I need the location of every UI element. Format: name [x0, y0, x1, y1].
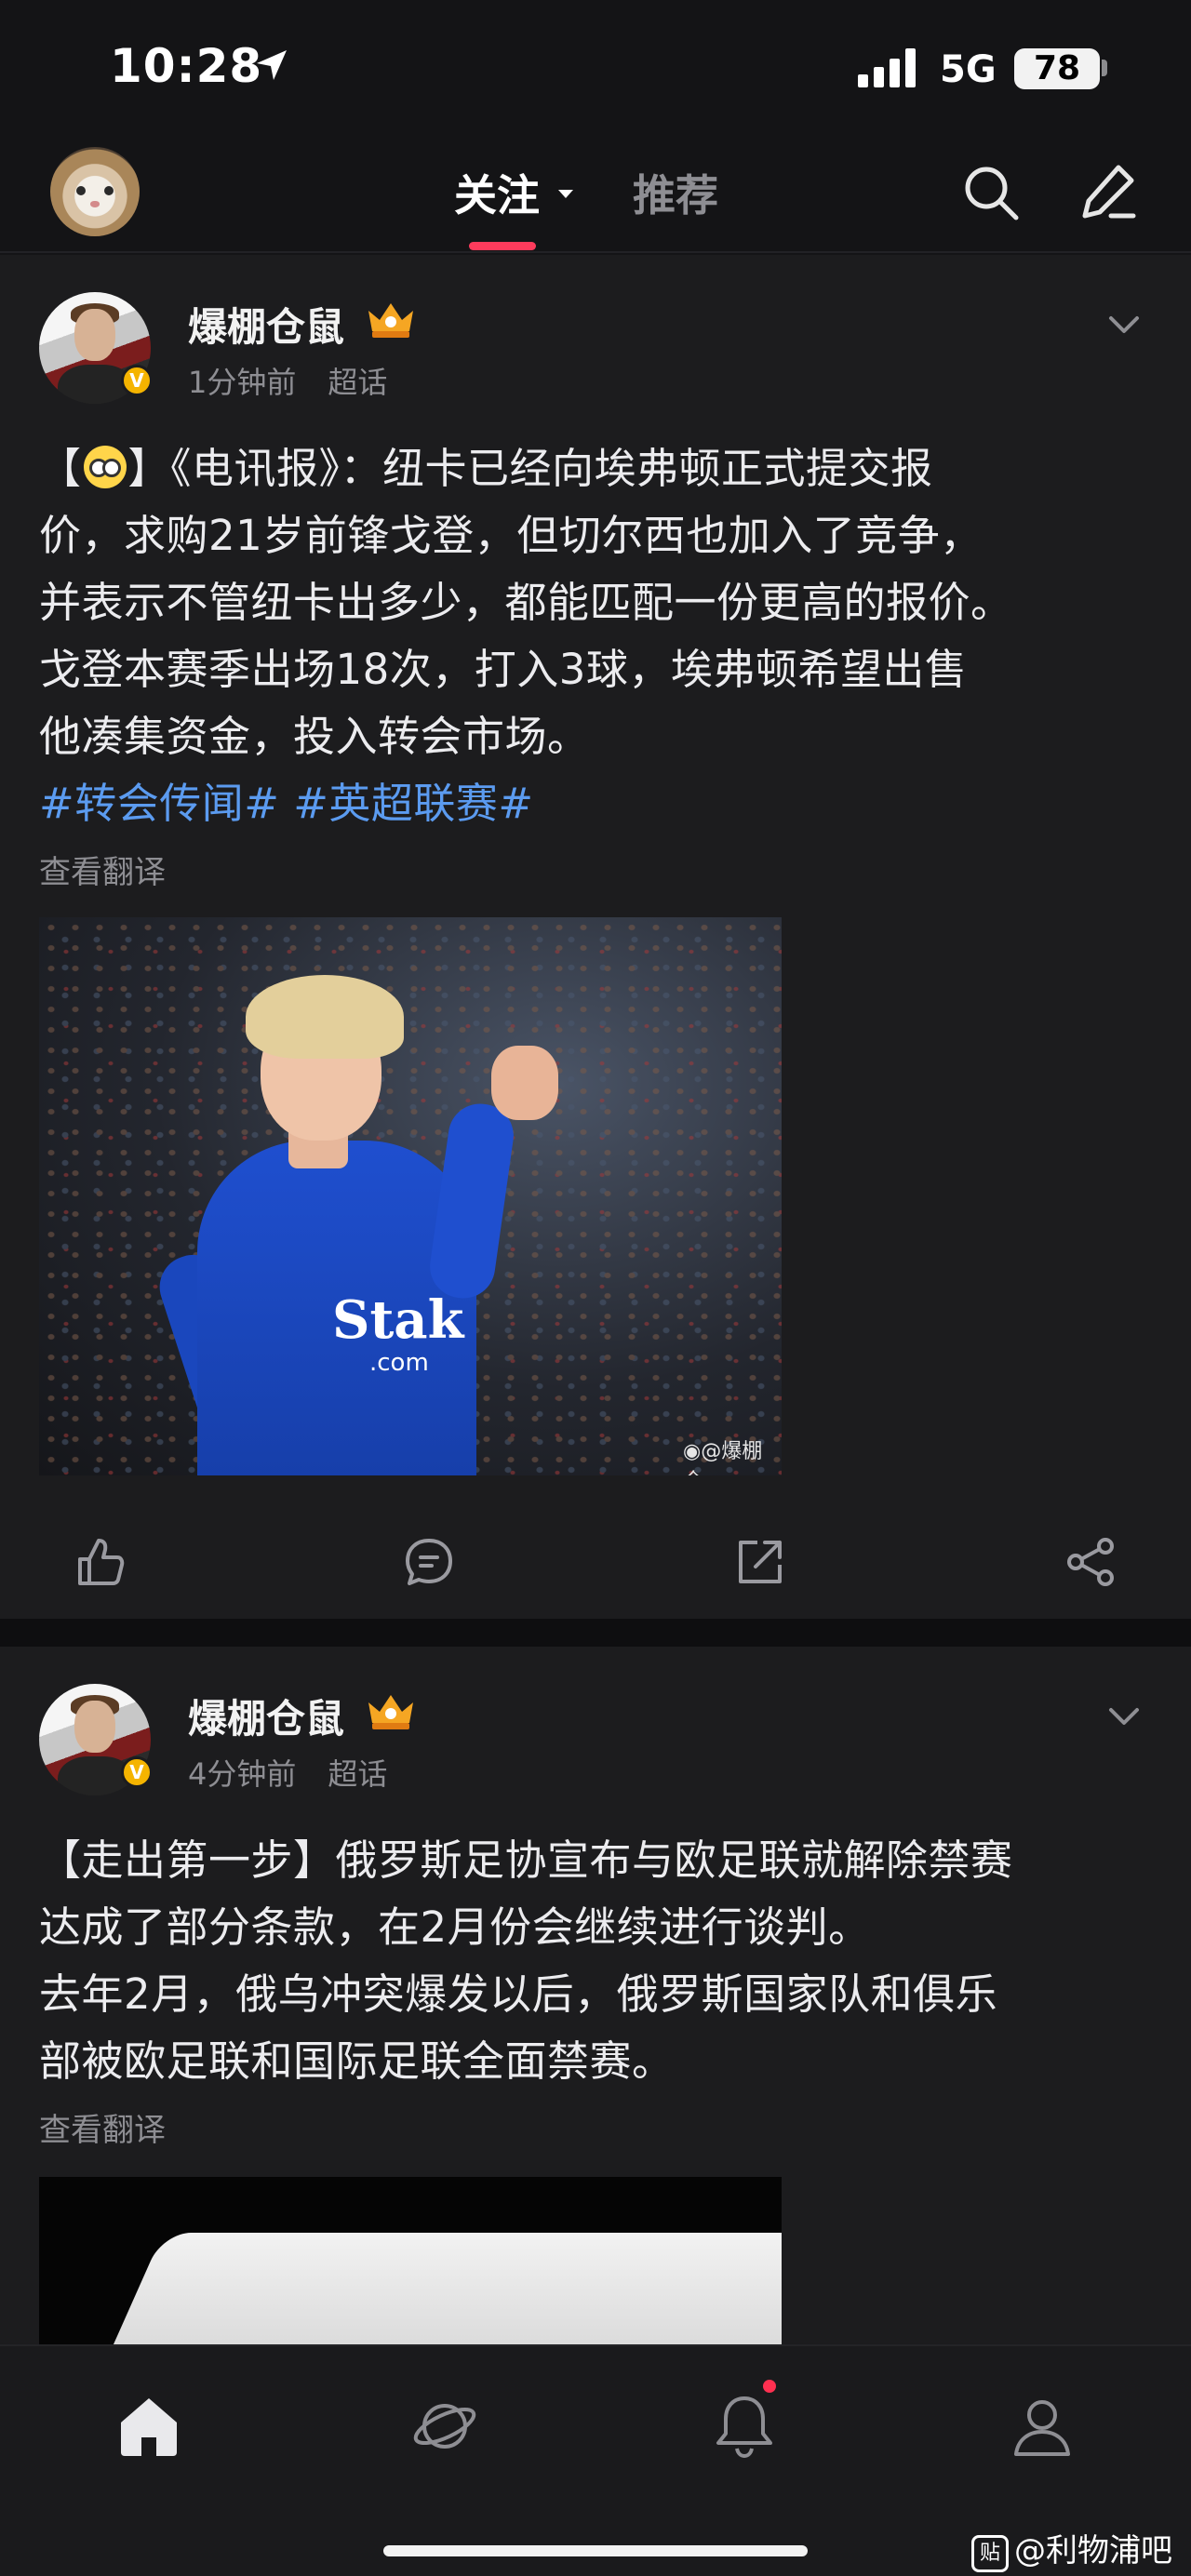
avatar-eye — [104, 186, 114, 195]
author-name[interactable]: 爆棚仓鼠 — [188, 296, 344, 353]
chevron-down-icon[interactable] — [1105, 305, 1143, 342]
avatar-eye — [76, 186, 86, 195]
feed-post[interactable]: V 爆棚仓鼠 1分钟前 超话 【】《电讯报》：纽卡已经向埃弗顿正式提交报 价，求购… — [0, 255, 1191, 1619]
post-line: 去年2月，俄乌冲突爆发以后，俄罗斯国家队和俱乐 — [39, 1969, 998, 2019]
bell-icon[interactable] — [709, 2391, 780, 2462]
translate-link[interactable]: 查看翻译 — [39, 847, 166, 892]
battery-indicator: 78 — [1014, 48, 1100, 89]
post-hashtags[interactable]: #转会传闻# #英超联赛# — [39, 770, 1152, 837]
crown-badge-icon — [368, 303, 413, 338]
post-line: 价，求购21岁前锋戈登，但切尔西也加入了竞争， — [39, 511, 983, 560]
post-actions — [0, 1509, 1191, 1621]
jersey-sponsor: Stak — [332, 1289, 464, 1351]
share-icon[interactable] — [1064, 1535, 1118, 1589]
battery-tip — [1102, 60, 1107, 76]
post-line: 并表示不管纽卡出多少，都能匹配一份更高的报价。 — [39, 578, 1013, 627]
image-plate — [100, 2233, 782, 2344]
post-image[interactable]: Stak .com ◉@爆棚仓 — [39, 917, 782, 1475]
compose-icon[interactable] — [1077, 160, 1139, 221]
post-meta: 1分钟前 超话 — [188, 359, 387, 402]
post-body: 【】《电讯报》：纽卡已经向埃弗顿正式提交报 价，求购21岁前锋戈登，但切尔西也加… — [39, 435, 1152, 837]
tab-follow[interactable]: 关注 — [454, 162, 540, 223]
caret-down-icon[interactable] — [558, 190, 573, 198]
post-time: 4分钟前 — [188, 1756, 297, 1792]
player-hair — [246, 975, 404, 1059]
active-tab-indicator — [469, 242, 536, 250]
author-name[interactable]: 爆棚仓鼠 — [188, 1688, 344, 1744]
home-icon[interactable] — [114, 2391, 184, 2462]
watermark-text: @利物浦吧 — [1014, 2532, 1172, 2569]
weibo-icon: ◉ — [683, 1440, 702, 1463]
post-time: 1分钟前 — [188, 365, 297, 400]
avatar-head — [74, 1701, 115, 1753]
post-line-prefix: 【 — [39, 444, 82, 493]
jersey-sponsor-sub: .com — [369, 1349, 429, 1377]
home-indicator[interactable] — [383, 2545, 808, 2556]
verified-badge-icon: V — [121, 1756, 153, 1788]
image-watermark: ◉@爆棚仓 — [683, 1435, 782, 1475]
status-bar: 10:28 5G 78 — [0, 0, 1191, 140]
post-divider — [0, 1619, 1191, 1647]
post-source[interactable]: 超话 — [328, 365, 387, 400]
post-source[interactable]: 超话 — [328, 1756, 387, 1792]
notification-dot — [763, 2380, 776, 2393]
post-line: 【】《电讯报》：纽卡已经向埃弗顿正式提交报 — [39, 435, 1152, 502]
post-line-text: 】《电讯报》：纽卡已经向埃弗顿正式提交报 — [127, 444, 933, 493]
post-meta: 4分钟前 超话 — [188, 1751, 387, 1794]
tieba-logo-icon: 贴 — [971, 2535, 1009, 2572]
post-image[interactable] — [39, 2177, 782, 2344]
like-icon[interactable] — [73, 1535, 127, 1589]
post-line: 戈登本赛季出场18次，打入3球，埃弗顿希望出售 — [39, 645, 968, 694]
bottom-tab-bar: 贴 @利物浦吧 — [0, 2344, 1191, 2576]
source-watermark: 贴 @利物浦吧 — [971, 2525, 1172, 2572]
post-body: 【走出第一步】俄罗斯足协宣布与欧足联就解除禁赛 达成了部分条款，在2月份会继续进… — [39, 1827, 1152, 2095]
top-nav: 关注 推荐 — [0, 140, 1191, 253]
explore-icon[interactable] — [409, 2391, 480, 2462]
player-fist — [491, 1046, 558, 1120]
my-avatar[interactable] — [50, 147, 140, 236]
avatar-nose — [90, 201, 100, 207]
repost-icon[interactable] — [733, 1535, 787, 1589]
post-line: 部被欧足联和国际足联全面禁赛。 — [39, 2036, 675, 2086]
translate-link[interactable]: 查看翻译 — [39, 2104, 166, 2150]
status-time: 10:28 — [110, 39, 263, 93]
post-line: 他凑集资金，投入转会市场。 — [39, 712, 590, 761]
chevron-down-icon[interactable] — [1105, 1697, 1143, 1734]
location-arrow-icon — [257, 50, 287, 80]
signal-icon — [858, 48, 916, 87]
avatar-head — [74, 309, 115, 361]
post-line: 【走出第一步】俄罗斯足协宣布与欧足联就解除禁赛 — [39, 1835, 1013, 1885]
post-line: 达成了部分条款，在2月份会继续进行谈判。 — [39, 1902, 871, 1952]
glasses-emoji-icon — [83, 446, 127, 488]
crown-badge-icon — [368, 1695, 413, 1729]
tab-recommend[interactable]: 推荐 — [633, 162, 718, 223]
network-type: 5G — [940, 48, 997, 91]
profile-icon[interactable] — [1007, 2391, 1077, 2462]
search-icon[interactable] — [960, 162, 1022, 223]
comment-icon[interactable] — [402, 1535, 456, 1589]
verified-badge-icon: V — [121, 365, 153, 396]
feed-post[interactable]: V 爆棚仓鼠 4分钟前 超话 【走出第一步】俄罗斯足协宣布与欧足联就解除禁赛 达成… — [0, 1647, 1191, 2344]
